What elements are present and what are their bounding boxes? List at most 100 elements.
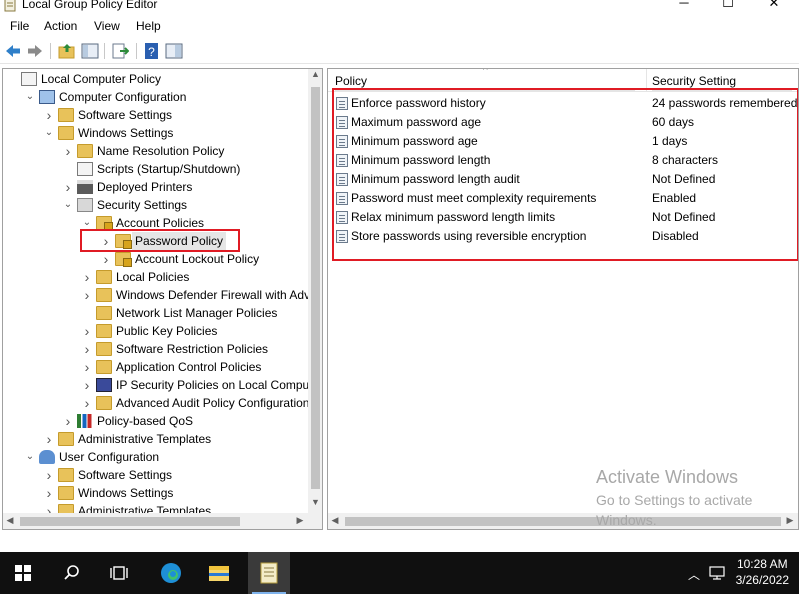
- highlight-password-policy: [80, 229, 240, 252]
- tray-chevron-up-icon[interactable]: ︿: [688, 566, 700, 583]
- folder-icon: [77, 144, 93, 158]
- folder-icon: [96, 396, 112, 410]
- collapse-chevron-icon[interactable]: ⌄: [25, 88, 35, 106]
- minimize-button[interactable]: ─: [672, 0, 696, 14]
- clock-date: 3/26/2022: [735, 573, 789, 587]
- expand-chevron-icon[interactable]: ›: [44, 484, 54, 502]
- expand-chevron-icon[interactable]: ›: [82, 394, 92, 412]
- maximize-button[interactable]: ☐: [716, 0, 740, 14]
- tree-item-label: Software Settings: [78, 468, 173, 482]
- folder-lock-icon: [96, 216, 113, 231]
- menu-help[interactable]: Help: [136, 19, 161, 33]
- computer-icon: [39, 90, 55, 104]
- policy-editor-icon: [260, 562, 278, 584]
- properties-pane-icon[interactable]: [165, 42, 183, 60]
- highlight-policy-list: [332, 88, 798, 261]
- scroll-down-icon[interactable]: ▼: [308, 497, 322, 511]
- tree-horizontal-scrollbar[interactable]: ◀ ▶: [3, 513, 322, 529]
- tree-vertical-scrollbar[interactable]: ▲ ▼: [308, 69, 322, 513]
- tree-item-label: Software Restriction Policies: [116, 342, 269, 356]
- tree-item-label: Computer Configuration: [59, 90, 187, 104]
- task-view-icon[interactable]: [106, 560, 132, 586]
- scroll-up-icon[interactable]: ▲: [308, 69, 322, 83]
- ip-security-icon: [96, 378, 112, 392]
- collapse-chevron-icon[interactable]: ⌄: [63, 196, 73, 214]
- expand-chevron-icon[interactable]: ›: [44, 430, 54, 448]
- tree-item-label: Advanced Audit Policy Configuration: [116, 396, 310, 410]
- expand-chevron-icon[interactable]: ›: [101, 250, 111, 268]
- collapse-chevron-icon[interactable]: ⌄: [25, 448, 35, 466]
- gpedit-taskbar-button[interactable]: [248, 552, 290, 594]
- search-icon[interactable]: [58, 560, 84, 586]
- title-bar: Local Group Policy Editor ─ ☐ ✕: [0, 0, 799, 14]
- folder-icon: [58, 432, 74, 446]
- expand-chevron-icon[interactable]: ›: [63, 412, 73, 430]
- console-tree-pane: Local Computer Policy ⌄ Computer Configura…: [2, 68, 323, 530]
- tree-item-label: Public Key Policies: [116, 324, 218, 338]
- expand-chevron-icon: [7, 70, 17, 88]
- group-policy-editor-window: Local Group Policy Editor ─ ☐ ✕ File Act…: [0, 0, 799, 552]
- tree-scroll-thumb[interactable]: [311, 87, 320, 489]
- toolbar: ?: [0, 38, 799, 64]
- computer-policy-icon: [21, 72, 37, 86]
- expand-chevron-icon[interactable]: ›: [82, 358, 92, 376]
- expand-chevron-icon[interactable]: ›: [82, 376, 92, 394]
- expand-chevron-icon[interactable]: ›: [82, 286, 92, 304]
- folder-icon: [96, 270, 112, 284]
- menu-file[interactable]: File: [10, 19, 29, 33]
- menu-view[interactable]: View: [94, 19, 120, 33]
- window-title: Local Group Policy Editor: [22, 0, 158, 11]
- file-explorer-icon[interactable]: [206, 560, 232, 586]
- expand-chevron-icon[interactable]: ›: [44, 106, 54, 124]
- folder-icon: [58, 486, 74, 500]
- expand-chevron-icon[interactable]: ›: [63, 178, 73, 196]
- tree-item-label: Deployed Printers: [97, 180, 193, 194]
- folder-icon: [58, 468, 74, 482]
- folder-icon: [58, 126, 74, 140]
- tree-item-label: Windows Settings: [78, 126, 174, 140]
- user-icon: [39, 450, 55, 464]
- show-hide-tree-icon[interactable]: [81, 42, 99, 60]
- expand-chevron-icon[interactable]: ›: [63, 142, 73, 160]
- export-list-icon[interactable]: [111, 42, 129, 60]
- tree-item-label: Account Lockout Policy: [135, 252, 260, 266]
- printer-icon: [77, 180, 93, 194]
- network-icon[interactable]: [708, 565, 728, 581]
- forward-arrow-icon[interactable]: [26, 42, 44, 60]
- folder-icon: [96, 306, 112, 320]
- edge-browser-icon[interactable]: [158, 560, 184, 586]
- watermark-title: Activate Windows: [596, 467, 739, 487]
- back-arrow-icon[interactable]: [4, 42, 22, 60]
- tree-item-label: Local Computer Policy: [41, 72, 162, 86]
- scroll-left-icon[interactable]: ◀: [3, 515, 17, 526]
- tree-item-label: Windows Settings: [78, 486, 174, 500]
- collapse-chevron-icon[interactable]: ⌄: [44, 124, 54, 142]
- expand-chevron-icon: [63, 160, 73, 178]
- watermark-line2: Go to Settings to activate: [596, 492, 753, 508]
- windows-start-icon[interactable]: [10, 560, 36, 586]
- expand-chevron-icon[interactable]: ›: [82, 340, 92, 358]
- list-scroll-right-icon[interactable]: ▶: [783, 515, 797, 526]
- tree-item-label: Name Resolution Policy: [97, 144, 225, 158]
- tree-item-label: Network List Manager Policies: [116, 306, 278, 320]
- expand-chevron-icon[interactable]: ›: [44, 466, 54, 484]
- tree-hscroll-thumb[interactable]: [20, 517, 240, 526]
- expand-chevron-icon[interactable]: ›: [82, 268, 92, 286]
- taskbar: ︿ 10:28 AM 3/26/2022: [0, 552, 799, 594]
- clock[interactable]: 10:28 AM 3/26/2022: [736, 556, 789, 588]
- clock-time: 10:28 AM: [736, 557, 788, 571]
- menu-action[interactable]: Action: [44, 19, 77, 33]
- tree-item-label: Windows Defender Firewall with Advar: [116, 288, 321, 302]
- help-icon[interactable]: ?: [143, 42, 161, 60]
- watermark-line3: Windows.: [596, 512, 657, 528]
- activate-windows-watermark: Activate Windows Go to Settings to activ…: [596, 467, 752, 530]
- list-scroll-left-icon[interactable]: ◀: [328, 515, 342, 526]
- security-icon: [77, 198, 93, 212]
- scroll-right-icon[interactable]: ▶: [293, 515, 307, 526]
- tree-item-label: Policy-based QoS: [97, 414, 194, 428]
- up-folder-icon[interactable]: [58, 42, 76, 60]
- expand-chevron-icon[interactable]: ›: [82, 322, 92, 340]
- app-icon: [4, 0, 16, 12]
- folder-icon: [58, 108, 74, 122]
- close-button[interactable]: ✕: [762, 0, 786, 14]
